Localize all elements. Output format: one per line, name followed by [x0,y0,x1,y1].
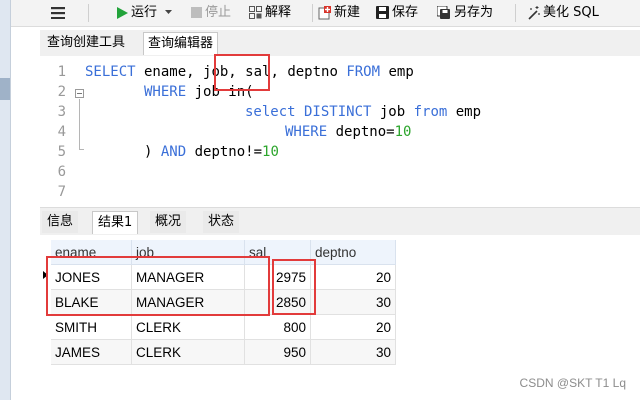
explain-button[interactable]: 解释 [249,3,291,23]
explain-grid-icon [249,6,262,19]
save-button[interactable]: 保存 [376,3,418,23]
cell-ename[interactable]: SMITH [51,314,132,340]
query-tabs: 查询创建工具 查询编辑器 [40,30,640,56]
tab-query-editor[interactable]: 查询编辑器 [143,32,219,55]
line-number: 2 [57,84,66,100]
caret-down-icon [165,10,173,14]
explain-label: 解释 [265,5,292,20]
line-number: 1 [57,64,66,80]
highlight-box-job [214,54,270,91]
hamburger-menu-button[interactable] [51,3,68,23]
line-number: 6 [57,164,66,180]
toolbar-separator [515,4,516,22]
hamburger-menu-icon [51,6,65,19]
fold-guide-line [79,99,80,149]
code-line-4: WHERE deptno=10 [285,124,412,140]
watermark: CSDN @SKT T1 Lq [519,376,626,390]
save-label: 保存 [392,5,419,20]
line-number: 3 [57,104,66,120]
line-number: 4 [57,124,66,140]
toolbar: 运行 停止 解释 新建 保存 另存为 美化 SQL [11,0,640,27]
run-label: 运行 [131,5,158,20]
tab-query-builder[interactable]: 查询创建工具 [43,32,129,54]
code-line-5: ) AND deptno!=10 [144,144,279,160]
cell-deptno[interactable]: 30 [310,289,396,315]
save-as-icon [437,5,450,19]
cell-job[interactable]: CLERK [131,314,245,340]
tab-overview[interactable]: 概况 [150,211,187,233]
save-as-button[interactable]: 另存为 [437,3,493,23]
beautify-sql-button[interactable]: 美化 SQL [526,3,599,23]
line-number: 7 [57,184,66,200]
play-icon [117,6,128,19]
beautify-sql-label: 美化 SQL [543,5,599,20]
table-row[interactable]: JAMES CLERK 950 30 [51,339,396,365]
left-sidebar-strip [0,0,11,400]
table-row[interactable]: SMITH CLERK 800 20 [51,314,396,340]
stop-label: 停止 [205,5,232,20]
stop-icon [191,7,202,18]
sql-editor[interactable]: 1 2 3 4 5 6 7 SELECT ename, job, sal, de… [40,57,640,202]
run-button[interactable]: 运行 [117,3,175,23]
toolbar-separator [312,4,313,22]
code-line-3: select DISTINCT job from emp [245,104,482,120]
toolbar-separator [88,4,89,22]
new-file-icon [318,5,331,19]
stop-button[interactable]: 停止 [191,3,231,23]
fold-toggle-icon[interactable] [75,89,84,98]
new-label: 新建 [334,5,361,20]
cell-deptno[interactable]: 20 [310,314,396,340]
magic-wand-icon [528,5,540,20]
tab-result-1[interactable]: 结果1 [92,211,139,234]
new-button[interactable]: 新建 [318,3,360,23]
cell-deptno[interactable]: 30 [310,339,396,365]
line-number: 5 [57,144,66,160]
cell-job[interactable]: CLERK [131,339,245,365]
cell-sal[interactable]: 800 [244,314,311,340]
cell-deptno[interactable]: 20 [310,264,396,290]
save-disk-icon [376,6,389,19]
highlight-box-manager-rows [46,256,270,316]
tab-status[interactable]: 状态 [203,211,240,233]
cell-sal[interactable]: 950 [244,339,311,365]
tab-info[interactable]: 信息 [42,211,79,233]
result-tabs: 信息 结果1 概况 状态 [40,207,640,235]
cell-ename[interactable]: JAMES [51,339,132,365]
sidebar-scroll-mark [0,78,10,100]
highlight-box-sal-values [272,259,316,315]
fold-guide-end [79,149,84,150]
save-as-label: 另存为 [454,5,494,20]
column-header-deptno[interactable]: deptno [310,240,396,265]
